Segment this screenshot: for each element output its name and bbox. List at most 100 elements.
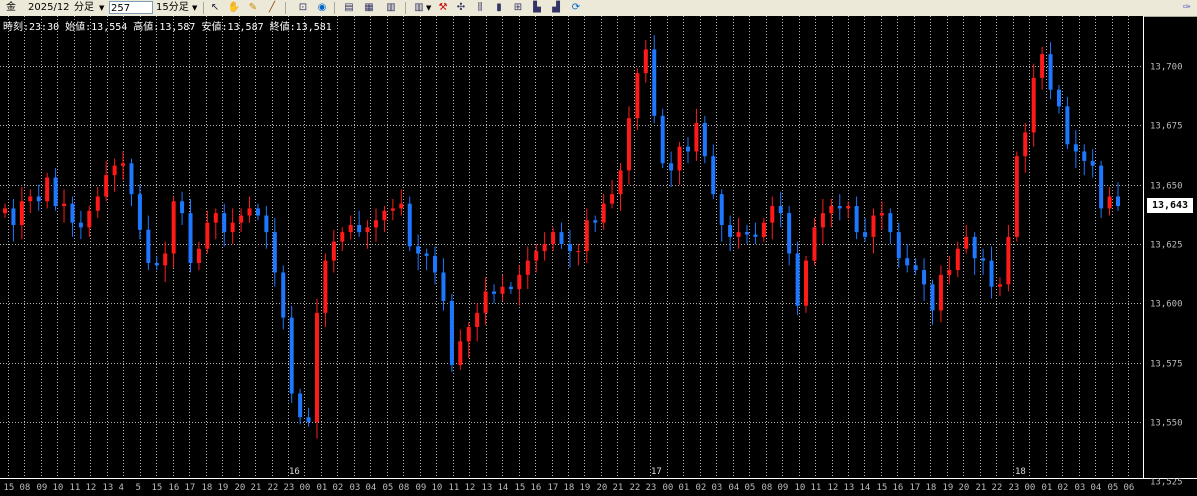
- candle-down: [972, 236, 977, 259]
- time-tick-label: 23: [646, 483, 657, 493]
- candle-down: [154, 262, 159, 266]
- cursor-icon[interactable]: ↖: [208, 1, 222, 15]
- ohlc-info-bar: 時刻:23:30 始値:13,554 高値:13,587 安値:13,587 終…: [3, 22, 332, 33]
- pencil-icon[interactable]: ✎: [246, 1, 260, 15]
- candle-up: [19, 201, 24, 226]
- time-tick-label: 01: [679, 483, 690, 493]
- time-tick-label: 05: [745, 483, 756, 493]
- time-tick-label: 18: [202, 483, 213, 493]
- price-tick-label: 13,700: [1150, 63, 1183, 73]
- settings-circle-icon[interactable]: ◉: [315, 1, 329, 15]
- table-icon[interactable]: ▥: [384, 1, 398, 15]
- candle-up: [534, 251, 539, 261]
- chevron-down-icon[interactable]: ▼: [192, 1, 197, 15]
- candle-up: [542, 244, 547, 252]
- candle-down: [778, 206, 783, 214]
- candle-up: [348, 225, 353, 233]
- candle-down: [289, 317, 294, 394]
- time-tick-label: 19: [580, 483, 591, 493]
- candle-down: [652, 49, 657, 116]
- bar-chart-icon[interactable]: ▤: [342, 1, 356, 15]
- candle-down: [255, 208, 260, 216]
- candle-up: [871, 215, 876, 237]
- time-tick-label: 12: [86, 483, 97, 493]
- candle-down: [660, 115, 665, 164]
- time-tick-label: 17: [548, 483, 559, 493]
- time-tick-label: 21: [976, 483, 987, 493]
- time-tick-label: 15: [152, 483, 163, 493]
- histogram-icon[interactable]: ▟: [549, 1, 563, 15]
- time-tick-label: 08: [762, 483, 773, 493]
- candle-down: [913, 265, 918, 271]
- candle-up: [761, 222, 766, 237]
- zoom-icon[interactable]: ⊡: [296, 1, 310, 15]
- candle-down: [719, 194, 724, 226]
- time-tick-label: 04: [729, 483, 740, 493]
- candlestick-chart[interactable]: 13,525 13,550 13,575 13,600 13,625 13,650 13,6…: [0, 16, 1197, 496]
- candle-down: [137, 194, 142, 230]
- time-tick-label: 10: [432, 483, 443, 493]
- candle-down: [306, 417, 311, 422]
- candle-down: [407, 203, 412, 247]
- time-tick-label: 01: [317, 483, 328, 493]
- bar-icon[interactable]: ▮: [492, 1, 506, 15]
- price-tick-label: 13,600: [1150, 300, 1183, 310]
- candle-down: [180, 201, 185, 214]
- time-tick-label: 20: [959, 483, 970, 493]
- candle-down: [1065, 106, 1070, 145]
- time-tick-label: 04: [1091, 483, 1102, 493]
- interval-select[interactable]: 15分足: [156, 1, 189, 15]
- brush-icon[interactable]: ╱: [265, 1, 279, 15]
- line-icon[interactable]: ⫼: [473, 1, 487, 15]
- volume-icon[interactable]: ▙: [530, 1, 544, 15]
- grid-icon[interactable]: ▦: [362, 1, 376, 15]
- candle-up: [618, 170, 623, 195]
- hand-icon[interactable]: ✋: [227, 1, 241, 15]
- price-tick-label: 13,675: [1150, 122, 1183, 132]
- candle-down: [685, 146, 690, 152]
- candle-down: [264, 215, 269, 233]
- time-tick-label: 19: [218, 483, 229, 493]
- candle-down: [896, 232, 901, 259]
- price-tick-label: 13,650: [1150, 182, 1183, 192]
- candle-down: [837, 206, 842, 209]
- candle-icon[interactable]: ⚒: [436, 1, 450, 15]
- candle-up: [517, 274, 522, 290]
- candle-up: [576, 251, 581, 253]
- chevron-down-icon[interactable]: ▼: [99, 1, 104, 15]
- candle-up: [1023, 132, 1028, 157]
- candle-up: [677, 146, 682, 171]
- candle-up: [205, 222, 210, 249]
- time-tick-label: 20: [597, 483, 608, 493]
- candle-up: [314, 312, 319, 422]
- refresh-icon[interactable]: ⟳: [569, 1, 583, 15]
- chevron-down-icon[interactable]: ▼: [426, 1, 431, 15]
- price-tick-label: 13,575: [1150, 360, 1183, 370]
- step-icon[interactable]: ⊞: [511, 1, 525, 15]
- candle-up: [525, 260, 530, 275]
- time-tick-label: 18: [926, 483, 937, 493]
- candle-down: [78, 222, 83, 228]
- symbol-label: 金: [6, 2, 16, 13]
- cross-icon[interactable]: ✣: [454, 1, 468, 15]
- candle-down: [449, 300, 454, 366]
- current-price-badge: 13,643: [1147, 198, 1193, 213]
- candle-down: [70, 203, 75, 223]
- bar-type-select[interactable]: 分足: [74, 1, 94, 15]
- time-tick-label: 22: [268, 483, 279, 493]
- toolbar: 金 2025/12 分足 ▼ 257 15分足 ▼ ↖ ✋ ✎ ╱ ⊡ ◉ ▤ …: [0, 0, 1197, 17]
- candle-down: [1073, 144, 1078, 152]
- bar-count-input[interactable]: 257: [109, 1, 153, 14]
- candle-up: [95, 196, 100, 211]
- candle-up: [466, 327, 471, 342]
- candle-up: [365, 227, 370, 233]
- candle-down: [711, 156, 716, 195]
- candle-down: [753, 234, 758, 237]
- candle-down: [795, 253, 800, 306]
- time-tick-label: 15: [4, 483, 15, 493]
- pin-icon[interactable]: ✑: [1180, 1, 1194, 15]
- indicator-icon[interactable]: ▥: [412, 1, 426, 15]
- candle-up: [45, 177, 50, 202]
- candle-up: [247, 208, 252, 216]
- time-tick-label: 03: [712, 483, 723, 493]
